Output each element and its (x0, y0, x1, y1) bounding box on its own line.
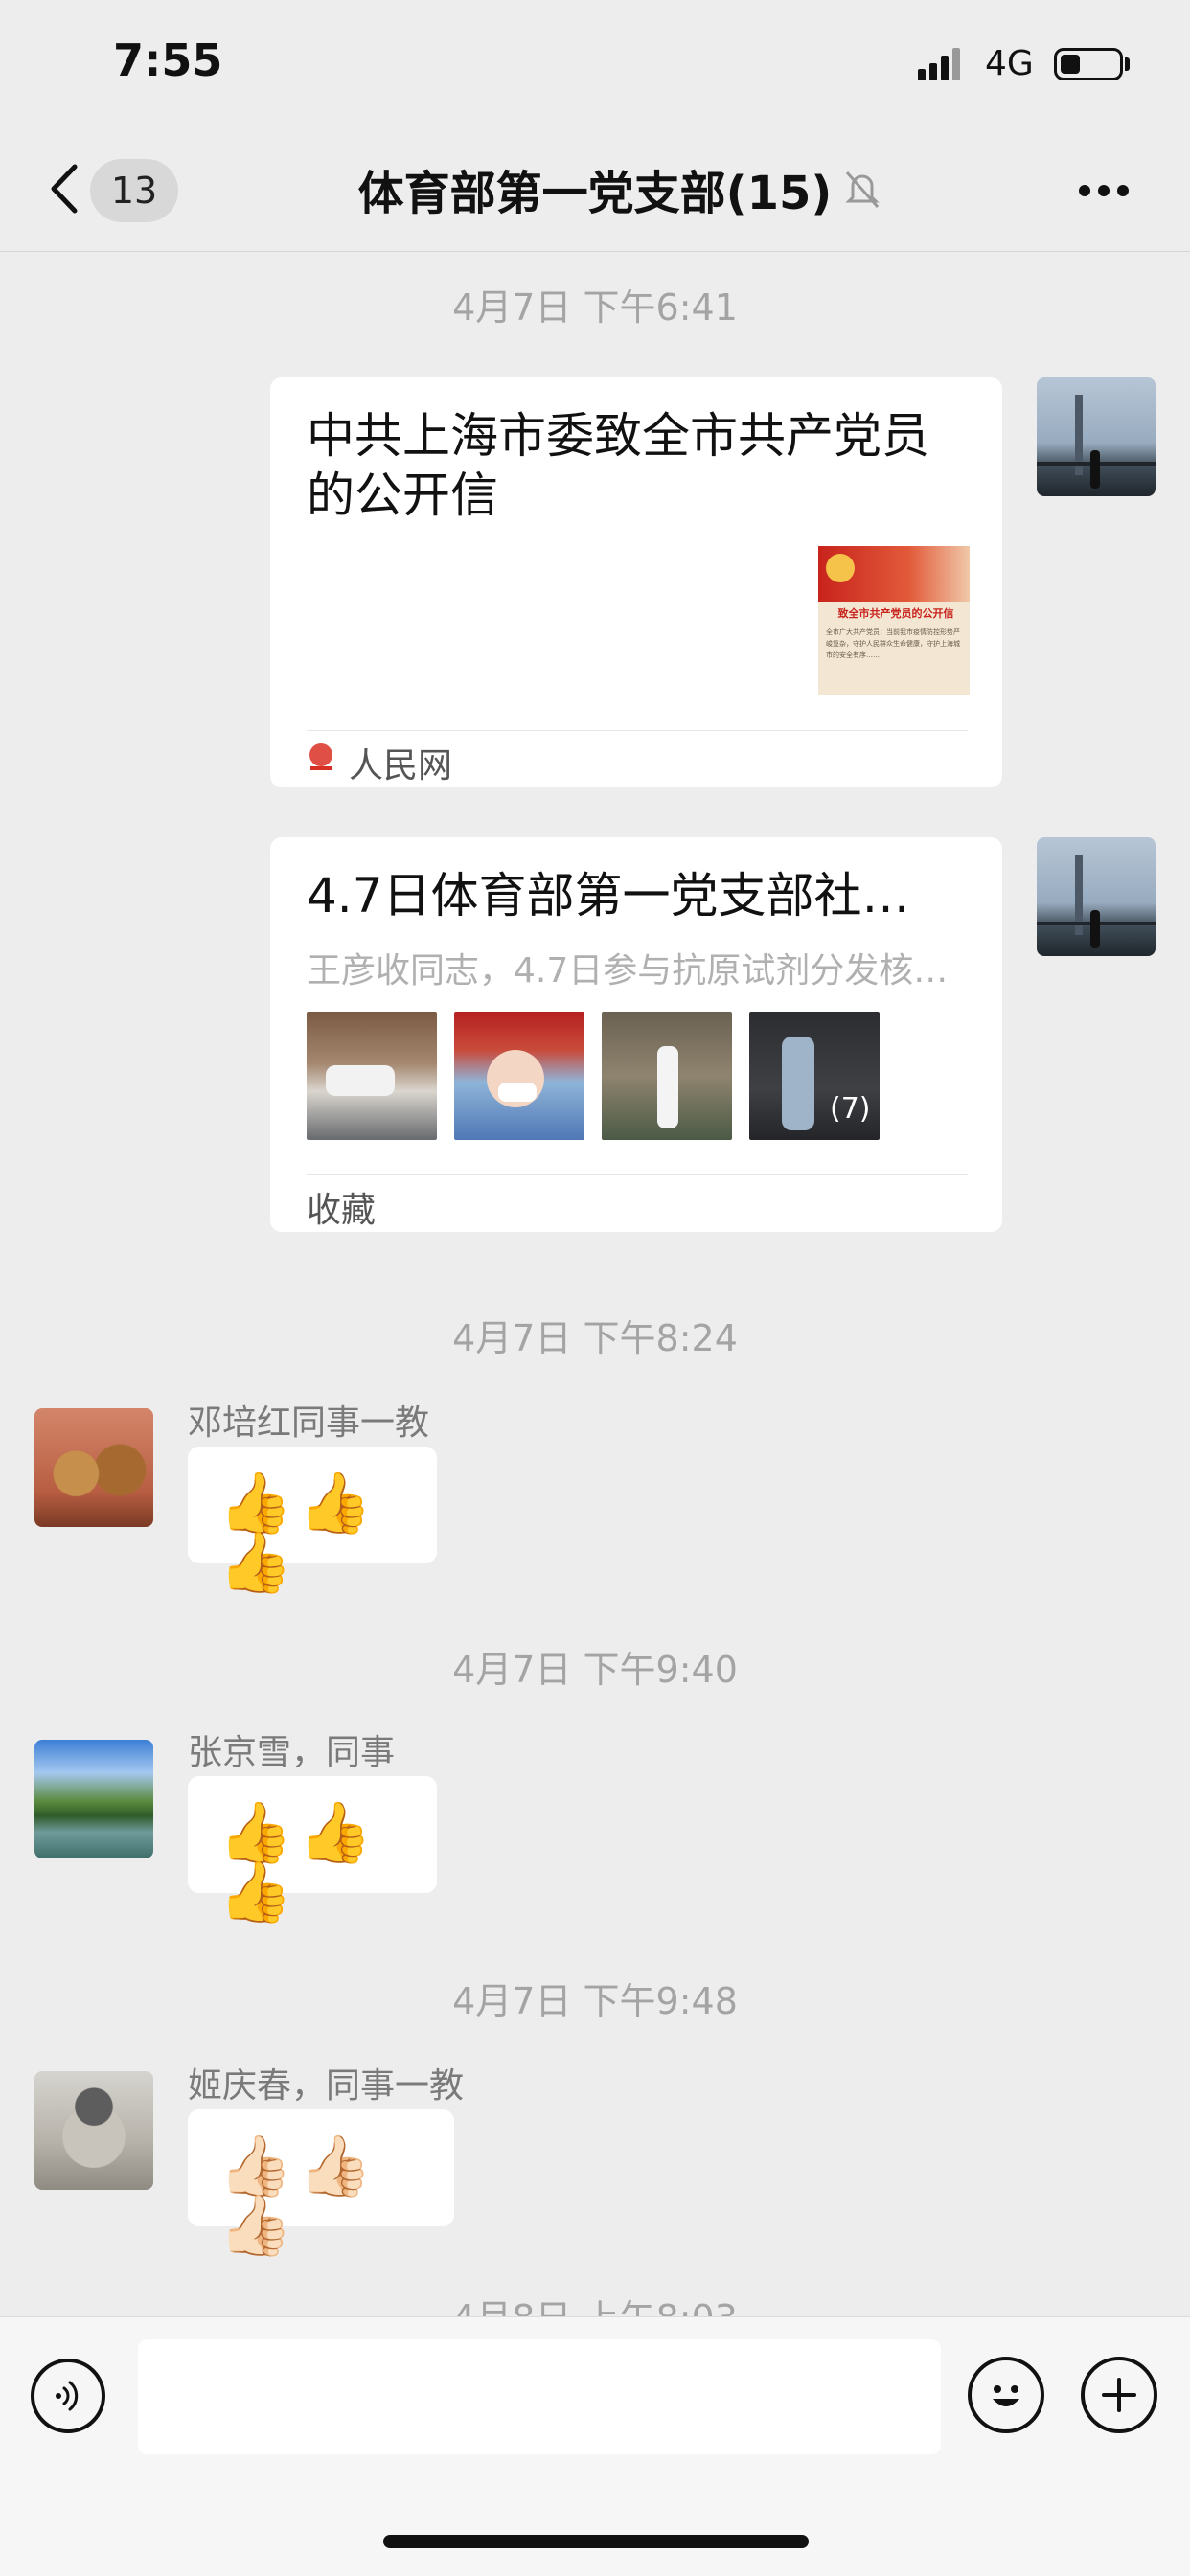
card-divider (307, 730, 968, 731)
peoples-daily-logo-icon (309, 743, 332, 770)
voice-icon[interactable] (31, 2359, 105, 2433)
battery-tip (1125, 57, 1130, 71)
message-bubble[interactable]: 👍👍👍 (188, 1447, 437, 1592)
avatar[interactable] (34, 2071, 153, 2190)
message-content: 👍🏻👍🏻👍🏻 (218, 2131, 378, 2260)
thumbnail-caption: 致全市共产党员的公开信 (837, 607, 954, 620)
card-divider (307, 1174, 968, 1175)
more-icon[interactable] (1079, 182, 1136, 197)
party-emblem-icon (826, 554, 855, 582)
sender-name: 张京雪，同事 (188, 1733, 396, 1772)
message-bubble[interactable]: 👍🏻👍🏻👍🏻 (188, 2109, 454, 2255)
status-time: 7:55 (113, 34, 223, 86)
message-content: 👍👍👍 (218, 1468, 378, 1597)
message-timestamp: 4月7日 下午8:24 (452, 1317, 738, 1359)
article-thumbnail: 致全市共产党员的公开信 全市广大共产党员：当前我市疫情防控形势严峻复杂，守护人民… (818, 546, 970, 695)
chat-title-wrap: 体育部第一党支部(15) (0, 155, 1190, 222)
plus-sign-icon (1102, 2378, 1136, 2412)
favorite-source: 收藏 (307, 1191, 377, 1230)
plus-icon[interactable] (1081, 2357, 1157, 2433)
bell-muted-icon (845, 171, 880, 208)
smiley-face-icon (993, 2385, 1019, 2406)
favorite-photo (602, 1012, 732, 1140)
sender-name: 姬庆春，同事一教 (188, 2066, 465, 2106)
sender-name: 邓培红同事一教 (188, 1403, 430, 1443)
message-content: 👍👍👍 (218, 1797, 378, 1926)
favorite-photo: (7) (749, 1012, 880, 1140)
figure-in-suit (782, 1037, 814, 1130)
message-timestamp: 4月7日 下午9:40 (452, 1649, 738, 1691)
message-timestamp: 4月8日 上午8:03 (452, 2297, 738, 2318)
battery-icon (1054, 48, 1123, 80)
article-card[interactable]: 中共上海市委致全市共产党员的公开信 致全市共产党员的公开信 全市广大共产党员：当… (270, 377, 1002, 787)
avatar[interactable] (34, 1740, 153, 1858)
message-timestamp: 4月7日 下午6:41 (452, 286, 738, 329)
network-type: 4G (985, 44, 1034, 83)
thumbnail-text: 全市广大共产党员：当前我市疫情防控形势严峻复杂，守护人民群众生命健康，守护上海城… (826, 628, 960, 659)
figure-in-suit (657, 1046, 678, 1128)
avatar[interactable] (34, 1408, 153, 1527)
article-title: 中共上海市委致全市共产党员的公开信 (307, 408, 929, 523)
message-bubble[interactable]: 👍👍👍 (188, 1776, 437, 1922)
favorite-photo (454, 1012, 584, 1140)
article-source: 人民网 (349, 746, 453, 786)
favorite-description: 王彦收同志，4.7日参与抗原试剂分发核… (307, 951, 949, 991)
message-input[interactable] (138, 2339, 941, 2454)
favorite-card[interactable]: 4.7日体育部第一党支部社… 王彦收同志，4.7日参与抗原试剂分发核… (7) … (270, 837, 1002, 1232)
photo-count: (7) (830, 1092, 871, 1126)
favorite-photo (307, 1012, 437, 1140)
emoji-icon[interactable] (968, 2357, 1044, 2433)
favorite-title: 4.7日体育部第一党支部社… (307, 868, 910, 923)
message-timestamp: 4月7日 下午9:48 (452, 1980, 738, 2022)
voice-wave-icon (56, 2381, 79, 2411)
avatar[interactable] (1037, 837, 1156, 956)
car-shape (326, 1065, 395, 1096)
home-indicator[interactable] (383, 2535, 809, 2548)
cellular-signal-icon (918, 48, 960, 80)
chat-title: 体育部第一党支部(15) (357, 167, 833, 220)
avatar[interactable] (1037, 377, 1156, 496)
mask-shape (498, 1083, 537, 1102)
